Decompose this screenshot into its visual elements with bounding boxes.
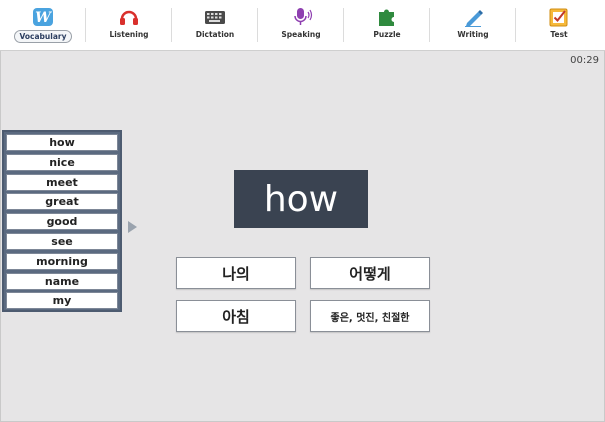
word-list-item[interactable]: name (6, 272, 118, 290)
word-list-item[interactable]: my (6, 292, 118, 310)
current-word-card: how (234, 170, 368, 228)
word-list-item[interactable]: meet (6, 173, 118, 191)
keyboard-icon (204, 7, 226, 27)
answer-choice-1[interactable]: 나의 (176, 257, 296, 289)
word-list-item[interactable]: good (6, 213, 118, 231)
nav-puzzle-label: Puzzle (373, 30, 401, 39)
answer-choice-2[interactable]: 어떻게 (310, 257, 430, 289)
nav-test-label: Test (550, 30, 568, 39)
answer-choice-3[interactable]: 아침 (176, 300, 296, 332)
nav-writing-label: Writing (457, 30, 489, 39)
nav-writing[interactable]: Writing (430, 0, 516, 50)
puzzle-icon (376, 7, 398, 27)
answer-choice-4[interactable]: 좋은, 멋진, 친절한 (310, 300, 430, 332)
vocabulary-logo-icon: W (32, 7, 54, 27)
nav-listening[interactable]: Listening (86, 0, 172, 50)
expand-arrow-icon[interactable] (128, 221, 137, 233)
nav-speaking[interactable]: Speaking (258, 0, 344, 50)
nav-test[interactable]: Test (516, 0, 602, 50)
nav-vocabulary-label: Vocabulary (13, 30, 73, 43)
timer: 00:29 (570, 55, 599, 66)
nav-dictation[interactable]: Dictation (172, 0, 258, 50)
pencil-icon (462, 7, 484, 27)
microphone-icon (289, 7, 313, 27)
headphones-icon (118, 7, 140, 27)
nav-speaking-label: Speaking (281, 30, 321, 39)
word-list-item[interactable]: nice (6, 153, 118, 171)
top-navigation-bar: W Vocabulary Listening Dictation Speakin… (0, 0, 605, 51)
word-list-item[interactable]: how (6, 134, 118, 151)
word-list-item[interactable]: great (6, 193, 118, 211)
checklist-icon (548, 7, 570, 27)
nav-puzzle[interactable]: Puzzle (344, 0, 430, 50)
word-list-item[interactable]: morning (6, 252, 118, 270)
nav-listening-label: Listening (109, 30, 149, 39)
word-list-item[interactable]: see (6, 232, 118, 250)
svg-text:W: W (35, 10, 52, 26)
nav-vocabulary[interactable]: W Vocabulary (0, 0, 86, 50)
nav-dictation-label: Dictation (195, 30, 235, 39)
word-list-panel: how nice meet great good see morning nam… (2, 130, 122, 312)
